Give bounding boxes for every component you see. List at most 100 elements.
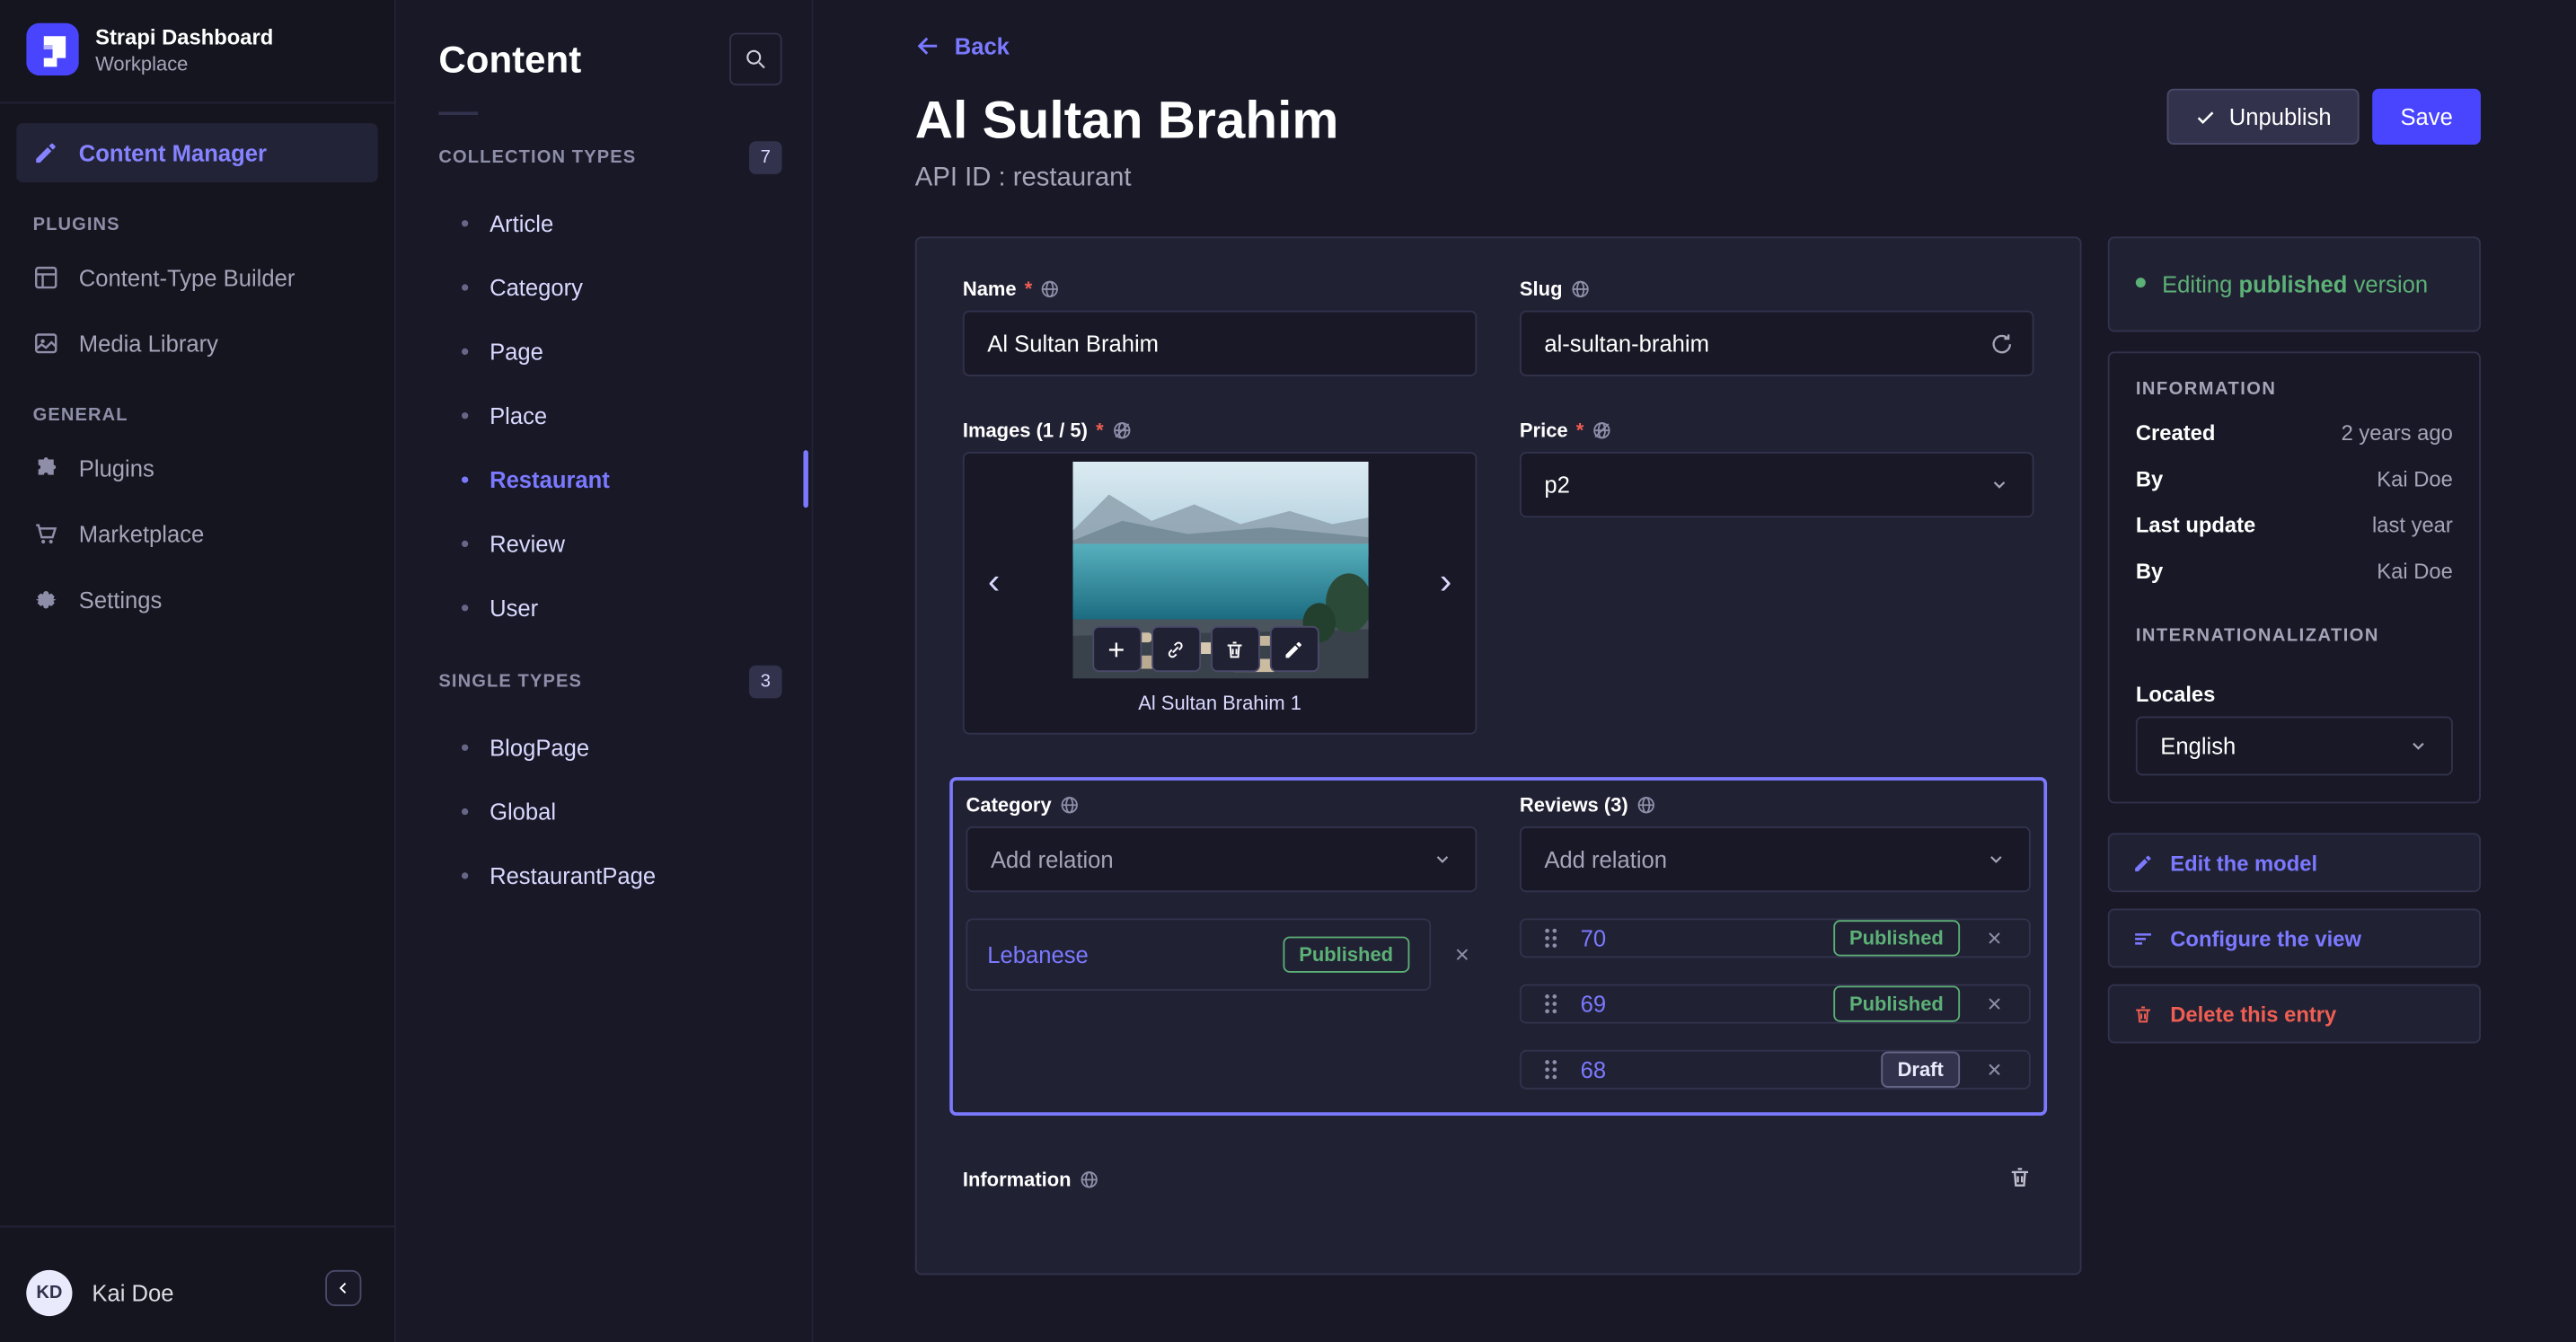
- strapi-dashboard: Strapi Dashboard Workplace Content Manag…: [0, 0, 2576, 1342]
- sidebar-item-settings[interactable]: Settings: [16, 570, 377, 630]
- subnav-item-restaurantpage[interactable]: RestaurantPage: [438, 843, 781, 906]
- close-icon: [1989, 1064, 2000, 1075]
- relation-link[interactable]: 68: [1581, 1056, 1862, 1082]
- user-name: Kai Doe: [92, 1279, 174, 1307]
- remove-relation-button[interactable]: [1980, 923, 2009, 953]
- slug-input[interactable]: [1519, 310, 2034, 376]
- subnav-item-restaurant[interactable]: Restaurant: [438, 447, 808, 511]
- category-add-relation-combobox[interactable]: Add relation: [966, 826, 1478, 893]
- globe-strike-icon: [1593, 422, 1610, 439]
- published-status-dot: [2135, 278, 2146, 288]
- price-select[interactable]: p2: [1519, 452, 2034, 518]
- single-types-label: SINGLE TYPES: [438, 672, 583, 693]
- sliders-icon: [2135, 932, 2151, 945]
- unpublish-button[interactable]: Unpublish: [2166, 88, 2360, 145]
- bullet: [461, 475, 469, 482]
- divider: [438, 111, 479, 116]
- pencil-icon: [1285, 640, 1301, 658]
- delete-component-button[interactable]: [2005, 1165, 2034, 1195]
- bullet: [461, 604, 469, 611]
- info-label: By: [2135, 559, 2164, 584]
- drag-handle-icon[interactable]: [1541, 923, 1561, 953]
- sidebar-item-label: Settings: [78, 586, 163, 614]
- edit-asset-button[interactable]: [1268, 625, 1319, 673]
- drag-handle-icon[interactable]: [1541, 1055, 1561, 1084]
- globe-icon: [1637, 797, 1654, 814]
- drag-handle-icon[interactable]: [1541, 989, 1561, 1019]
- subnav-item-user[interactable]: User: [438, 575, 781, 639]
- remove-relation-button[interactable]: [1447, 940, 1477, 969]
- search-button[interactable]: [729, 32, 782, 86]
- subnav-item-page[interactable]: Page: [438, 319, 781, 383]
- sidebar-item-marketplace[interactable]: Marketplace: [16, 505, 377, 564]
- plus-icon: [1108, 641, 1124, 657]
- status-badge: Published: [1282, 936, 1410, 973]
- single-types-count: 3: [749, 665, 782, 699]
- edit-model-button[interactable]: Edit the model: [2107, 833, 2481, 893]
- sidebar-item-media-library[interactable]: Media Library: [16, 313, 377, 373]
- remove-relation-button[interactable]: [1980, 1055, 2009, 1084]
- unpublish-label: Unpublish: [2228, 103, 2332, 130]
- back-label: Back: [954, 32, 1010, 59]
- subnav-item-category[interactable]: Category: [438, 255, 781, 319]
- relations-zone: Category Add relation Lebanese Published…: [949, 777, 2048, 1116]
- info-value: last year: [2371, 513, 2453, 538]
- globe-strike-icon: [1113, 422, 1130, 439]
- copy-link-button[interactable]: [1151, 625, 1201, 673]
- subnav-item-article[interactable]: Article: [438, 190, 781, 254]
- arrow-left-icon: [917, 37, 938, 55]
- brand[interactable]: Strapi Dashboard Workplace: [0, 0, 394, 99]
- save-button[interactable]: Save: [2372, 88, 2481, 145]
- regenerate-slug-button[interactable]: [1985, 327, 2018, 360]
- pencil-icon: [36, 143, 56, 163]
- sidebar-section-general: GENERAL: [32, 405, 128, 426]
- relation-link[interactable]: Lebanese: [987, 941, 1263, 967]
- relation-link[interactable]: 69: [1581, 991, 1813, 1017]
- subnav-item-label: Category: [490, 273, 583, 300]
- sidebar-item-plugins[interactable]: Plugins: [16, 438, 377, 498]
- editing-status-text: Editing published version: [2162, 268, 2428, 301]
- close-icon: [1989, 998, 2000, 1010]
- name-field-label: Name: [962, 278, 1017, 301]
- avatar[interactable]: KD: [26, 1269, 73, 1317]
- sidebar-item-content-type-builder[interactable]: Content-Type Builder: [16, 248, 377, 307]
- sidebar-item-content-manager[interactable]: Content Manager: [16, 123, 378, 183]
- back-link[interactable]: Back: [915, 33, 1010, 59]
- remove-relation-button[interactable]: [1980, 989, 2009, 1019]
- subnav-item-review[interactable]: Review: [438, 511, 781, 575]
- delete-asset-button[interactable]: [1210, 625, 1260, 673]
- bullet: [461, 411, 469, 419]
- information-heading: INFORMATION: [2135, 380, 2277, 401]
- chevron-down-icon: [2413, 743, 2424, 751]
- add-relation-placeholder: Add relation: [990, 845, 1114, 873]
- required-mark: *: [1024, 278, 1033, 301]
- main-sidebar: Strapi Dashboard Workplace Content Manag…: [0, 0, 396, 1342]
- reviews-add-relation-combobox[interactable]: Add relation: [1519, 826, 2031, 893]
- name-input[interactable]: [962, 310, 1478, 376]
- content-type-builder-icon: [35, 266, 57, 289]
- reviews-field-label: Reviews (3): [1519, 793, 1628, 817]
- trash-icon: [2010, 1168, 2028, 1187]
- subnav-item-blogpage[interactable]: BlogPage: [438, 715, 781, 779]
- carousel-previous-button[interactable]: ‹: [981, 562, 1007, 602]
- configure-view-button[interactable]: Configure the view: [2107, 909, 2481, 968]
- subnav-item-global[interactable]: Global: [438, 779, 781, 843]
- subnav-item-label: User: [490, 594, 539, 621]
- relation-link[interactable]: 70: [1581, 925, 1813, 951]
- subnav-item-place[interactable]: Place: [438, 383, 781, 446]
- delete-entry-button[interactable]: Delete this entry: [2107, 984, 2481, 1045]
- trash-icon: [2136, 1006, 2150, 1023]
- delete-entry-label: Delete this entry: [2170, 1002, 2337, 1027]
- locale-select[interactable]: English: [2135, 717, 2453, 776]
- collapse-sidebar-button[interactable]: [325, 1269, 362, 1307]
- globe-icon: [1042, 280, 1059, 298]
- carousel-next-button[interactable]: ›: [1433, 562, 1459, 602]
- sidebar-item-label: Content-Type Builder: [78, 264, 296, 291]
- subnav-item-label: Page: [490, 337, 543, 365]
- cart-icon: [36, 524, 57, 544]
- add-asset-button[interactable]: [1091, 625, 1142, 673]
- images-carousel: ‹ › Al Sultan Brahim 1: [962, 452, 1478, 735]
- collection-types-label: COLLECTION TYPES: [438, 147, 637, 168]
- sidebar-item-label: Plugins: [78, 455, 154, 481]
- info-label: By: [2135, 467, 2164, 492]
